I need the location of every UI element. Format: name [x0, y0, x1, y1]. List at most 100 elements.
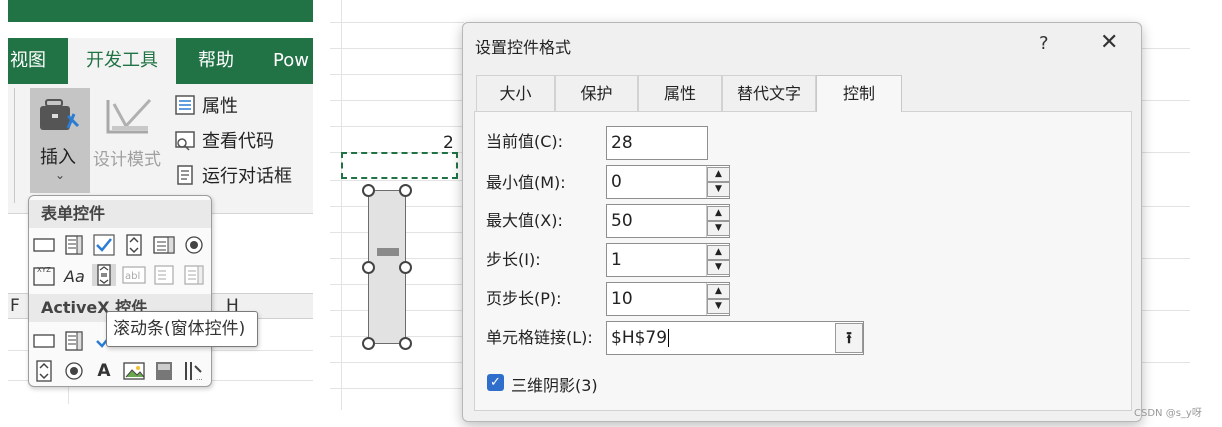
resize-handle[interactable] — [399, 261, 412, 274]
svg-text:abl: abl — [125, 271, 140, 282]
combo-list-edit-icon[interactable] — [152, 264, 176, 286]
spin-up-icon[interactable]: ▲ — [707, 284, 730, 299]
spin-up-icon[interactable]: ▲ — [707, 167, 730, 182]
activex-command-button-icon[interactable] — [32, 330, 56, 352]
activex-spin-button-icon[interactable] — [32, 360, 56, 382]
design-mode-icon — [106, 98, 152, 134]
checkbox-control-icon[interactable] — [92, 234, 116, 256]
option-button-icon[interactable] — [182, 234, 206, 256]
scroll-bar-thumb[interactable] — [377, 248, 399, 256]
cell-link-value: $H$79 — [611, 328, 668, 348]
scroll-bar-tooltip: 滚动条(窗体控件) — [106, 311, 258, 347]
tab-size[interactable]: 大小 — [476, 75, 555, 111]
spin-down-icon[interactable]: ▼ — [707, 221, 730, 236]
grid-line — [330, 362, 464, 363]
group-box-icon[interactable]: XYZ — [32, 264, 56, 286]
min-value-spinner: ▲ ▼ — [706, 166, 730, 198]
tab-developer[interactable]: 开发工具 — [68, 38, 176, 84]
cell-link-input[interactable]: $H$79 — [606, 321, 864, 355]
list-box-icon[interactable] — [152, 234, 176, 256]
page-step-spinner: ▲ ▼ — [706, 283, 730, 315]
more-controls-icon[interactable]: ... — [182, 360, 206, 382]
column-header-f[interactable]: F — [10, 296, 20, 316]
spin-down-icon[interactable]: ▼ — [707, 260, 730, 275]
current-value-label: 当前值(C): — [486, 132, 564, 151]
collapse-dialog-icon[interactable]: ⭱ — [835, 323, 863, 353]
help-icon[interactable]: ? — [1039, 33, 1049, 54]
tab-protection[interactable]: 保护 — [555, 75, 638, 111]
text-field-icon[interactable]: abl — [122, 264, 146, 286]
ribbon-tab-bar: 视图 开发工具 帮助 Pow — [8, 38, 313, 84]
grid-line — [1142, 258, 1190, 259]
view-code-label: 查看代码 — [202, 131, 274, 152]
dialog-title: 设置控件格式 — [475, 38, 572, 57]
button-control-icon[interactable] — [32, 234, 56, 256]
current-value-input[interactable]: 28 — [606, 126, 708, 160]
activex-combo-box-icon[interactable] — [62, 330, 86, 352]
activex-image-icon[interactable] — [122, 360, 146, 382]
grid-line — [341, 0, 342, 410]
chevron-down-icon: ⌄ — [55, 168, 66, 182]
tab-help[interactable]: 帮助 — [198, 38, 234, 84]
ribbon-title-bar — [8, 0, 313, 22]
spin-button-icon[interactable] — [122, 234, 146, 256]
grid-line — [1142, 152, 1190, 153]
grid-line — [330, 48, 464, 49]
text-caret — [668, 329, 670, 347]
label-control-icon[interactable]: Aa — [62, 264, 86, 286]
toolbox-icon — [40, 99, 80, 130]
properties-label: 属性 — [202, 96, 238, 117]
grid-line — [330, 126, 464, 127]
view-code-command[interactable]: 查看代码 — [174, 127, 274, 153]
min-value-label: 最小值(M): — [486, 173, 566, 192]
tab-view[interactable]: 视图 — [10, 38, 46, 84]
grid-line — [330, 74, 464, 75]
resize-handle[interactable] — [362, 184, 375, 197]
scroll-bar-icon[interactable] — [92, 264, 116, 286]
tab-properties[interactable]: 属性 — [638, 75, 722, 111]
tab-alt-text[interactable]: 替代文字 — [722, 75, 816, 111]
combo-dropdown-edit-icon[interactable] — [182, 264, 206, 286]
tab-control[interactable]: 控制 — [816, 75, 902, 112]
step-label: 步长(I): — [486, 250, 541, 269]
run-dialog-label: 运行对话框 — [202, 166, 292, 187]
design-mode-button[interactable]: 设计模式 — [93, 145, 161, 170]
step-spinner: ▲ ▼ — [706, 244, 730, 276]
spin-down-icon[interactable]: ▼ — [707, 182, 730, 197]
svg-text:Aa: Aa — [63, 267, 85, 286]
spin-up-icon[interactable]: ▲ — [707, 245, 730, 260]
insert-controls-popup: 表单控件 ActiveX 控件 — [28, 195, 212, 387]
form-controls-header: 表单控件 — [29, 200, 211, 228]
max-value-spinner: ▲ ▼ — [706, 205, 730, 237]
linked-cell-marquee[interactable] — [341, 152, 458, 179]
close-icon[interactable]: ✕ — [1100, 30, 1118, 55]
grid-line — [1142, 362, 1190, 363]
grid-line — [330, 388, 464, 389]
properties-command[interactable]: 属性 — [174, 92, 238, 118]
resize-handle[interactable] — [362, 261, 375, 274]
grid-line — [1142, 206, 1190, 207]
grid-line — [330, 22, 464, 23]
grid-line — [330, 100, 464, 101]
combo-box-icon[interactable] — [62, 234, 86, 256]
page-step-label: 页步长(P): — [486, 289, 562, 308]
cell-value[interactable]: 2 — [443, 133, 454, 153]
resize-handle[interactable] — [399, 337, 412, 350]
activex-toggle-button-icon[interactable] — [152, 360, 176, 382]
resize-handle[interactable] — [399, 184, 412, 197]
spin-down-icon[interactable]: ▼ — [707, 299, 730, 314]
3d-shading-checkbox[interactable]: ✓ — [487, 374, 504, 391]
ribbon-group-divider — [14, 88, 15, 203]
tab-power[interactable]: Pow — [273, 38, 309, 84]
activex-option-button-icon[interactable] — [62, 360, 86, 382]
view-code-icon — [175, 131, 195, 151]
run-dialog-icon — [177, 165, 193, 185]
spin-up-icon[interactable]: ▲ — [707, 206, 730, 221]
3d-shading-label: 三维阴影(3) — [511, 376, 598, 395]
run-dialog-command[interactable]: 运行对话框 — [174, 162, 292, 188]
grid-line — [1142, 100, 1190, 101]
cell-link-label: 单元格链接(L): — [486, 328, 593, 347]
activex-label-icon[interactable]: A — [92, 360, 116, 382]
control-tab-panel — [474, 111, 1132, 411]
resize-handle[interactable] — [362, 337, 375, 350]
